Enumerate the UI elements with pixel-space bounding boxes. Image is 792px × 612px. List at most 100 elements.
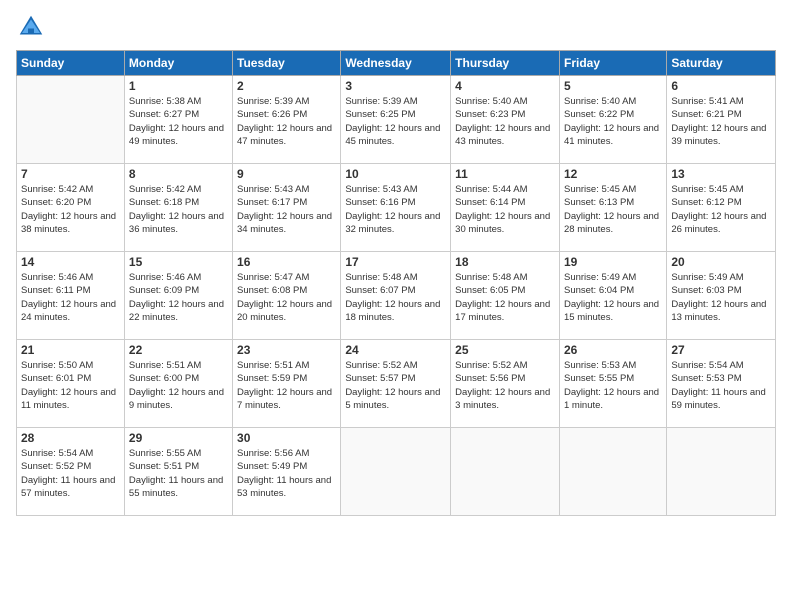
calendar-cell	[17, 76, 125, 164]
cell-info: Sunrise: 5:52 AMSunset: 5:56 PMDaylight:…	[455, 359, 555, 412]
date-number: 29	[129, 431, 228, 445]
date-number: 28	[21, 431, 120, 445]
date-number: 17	[345, 255, 446, 269]
cell-info: Sunrise: 5:51 AMSunset: 6:00 PMDaylight:…	[129, 359, 228, 412]
date-number: 14	[21, 255, 120, 269]
calendar-cell	[451, 428, 560, 516]
date-number: 10	[345, 167, 446, 181]
week-row-2: 7 Sunrise: 5:42 AMSunset: 6:20 PMDaylight…	[17, 164, 776, 252]
cell-info: Sunrise: 5:43 AMSunset: 6:16 PMDaylight:…	[345, 183, 446, 236]
cell-info: Sunrise: 5:44 AMSunset: 6:14 PMDaylight:…	[455, 183, 555, 236]
cell-info: Sunrise: 5:38 AMSunset: 6:27 PMDaylight:…	[129, 95, 228, 148]
calendar-cell: 18 Sunrise: 5:48 AMSunset: 6:05 PMDayligh…	[451, 252, 560, 340]
weekday-header-saturday: Saturday	[667, 51, 776, 76]
date-number: 27	[671, 343, 771, 357]
calendar-cell: 7 Sunrise: 5:42 AMSunset: 6:20 PMDaylight…	[17, 164, 125, 252]
cell-info: Sunrise: 5:39 AMSunset: 6:25 PMDaylight:…	[345, 95, 446, 148]
date-number: 21	[21, 343, 120, 357]
calendar-cell: 19 Sunrise: 5:49 AMSunset: 6:04 PMDayligh…	[559, 252, 666, 340]
calendar-cell: 2Sunrise: 5:39 AMSunset: 6:26 PMDaylight…	[233, 76, 341, 164]
calendar-cell: 1 Sunrise: 5:38 AMSunset: 6:27 PMDaylight…	[124, 76, 232, 164]
calendar-cell: 4 Sunrise: 5:40 AMSunset: 6:23 PMDaylight…	[451, 76, 560, 164]
calendar-cell: 13Sunrise: 5:45 AMSunset: 6:12 PMDayligh…	[667, 164, 776, 252]
date-number: 23	[237, 343, 336, 357]
date-number: 5	[564, 79, 662, 93]
calendar-cell: 23 Sunrise: 5:51 AMSunset: 5:59 PMDayligh…	[233, 340, 341, 428]
weekday-header-sunday: Sunday	[17, 51, 125, 76]
cell-info: Sunrise: 5:56 AMSunset: 5:49 PMDaylight:…	[237, 447, 336, 500]
weekday-header-tuesday: Tuesday	[233, 51, 341, 76]
calendar-cell: 25 Sunrise: 5:52 AMSunset: 5:56 PMDayligh…	[451, 340, 560, 428]
calendar-cell: 3 Sunrise: 5:39 AMSunset: 6:25 PMDaylight…	[341, 76, 451, 164]
cell-info: Sunrise: 5:51 AMSunset: 5:59 PMDaylight:…	[237, 359, 336, 412]
cell-info: Sunrise: 5:54 AMSunset: 5:53 PMDaylight:…	[671, 359, 771, 412]
logo	[16, 12, 50, 42]
date-number: 30	[237, 431, 336, 445]
cell-info: Sunrise: 5:46 AMSunset: 6:11 PMDaylight:…	[21, 271, 120, 324]
cell-info: Sunrise: 5:41 AMSunset: 6:21 PMDaylight:…	[671, 95, 771, 148]
date-number: 25	[455, 343, 555, 357]
week-row-3: 14 Sunrise: 5:46 AMSunset: 6:11 PMDayligh…	[17, 252, 776, 340]
date-number: 4	[455, 79, 555, 93]
calendar-cell: 8Sunrise: 5:42 AMSunset: 6:18 PMDaylight…	[124, 164, 232, 252]
weekday-header-friday: Friday	[559, 51, 666, 76]
cell-info: Sunrise: 5:48 AMSunset: 6:05 PMDaylight:…	[455, 271, 555, 324]
calendar-cell	[667, 428, 776, 516]
date-number: 24	[345, 343, 446, 357]
calendar-cell: 29 Sunrise: 5:55 AMSunset: 5:51 PMDayligh…	[124, 428, 232, 516]
calendar-cell: 26 Sunrise: 5:53 AMSunset: 5:55 PMDayligh…	[559, 340, 666, 428]
logo-icon	[16, 12, 46, 42]
weekday-header-wednesday: Wednesday	[341, 51, 451, 76]
calendar-cell: 22 Sunrise: 5:51 AMSunset: 6:00 PMDayligh…	[124, 340, 232, 428]
date-number: 13	[671, 167, 771, 181]
cell-info: Sunrise: 5:53 AMSunset: 5:55 PMDaylight:…	[564, 359, 662, 412]
cell-info: Sunrise: 5:46 AMSunset: 6:09 PMDaylight:…	[129, 271, 228, 324]
date-number: 18	[455, 255, 555, 269]
week-row-4: 21Sunrise: 5:50 AMSunset: 6:01 PMDayligh…	[17, 340, 776, 428]
cell-info: Sunrise: 5:39 AMSunset: 6:26 PMDaylight:…	[237, 95, 336, 148]
cell-info: Sunrise: 5:43 AMSunset: 6:17 PMDaylight:…	[237, 183, 336, 236]
calendar-cell: 17 Sunrise: 5:48 AMSunset: 6:07 PMDayligh…	[341, 252, 451, 340]
date-number: 8	[129, 167, 228, 181]
week-row-1: 1 Sunrise: 5:38 AMSunset: 6:27 PMDaylight…	[17, 76, 776, 164]
calendar-cell: 30 Sunrise: 5:56 AMSunset: 5:49 PMDayligh…	[233, 428, 341, 516]
calendar-cell: 16Sunrise: 5:47 AMSunset: 6:08 PMDayligh…	[233, 252, 341, 340]
date-number: 1	[129, 79, 228, 93]
calendar-cell: 27 Sunrise: 5:54 AMSunset: 5:53 PMDayligh…	[667, 340, 776, 428]
weekday-header-row: SundayMondayTuesdayWednesdayThursdayFrid…	[17, 51, 776, 76]
week-row-5: 28 Sunrise: 5:54 AMSunset: 5:52 PMDayligh…	[17, 428, 776, 516]
calendar-cell: 12Sunrise: 5:45 AMSunset: 6:13 PMDayligh…	[559, 164, 666, 252]
date-number: 19	[564, 255, 662, 269]
calendar-cell: 24 Sunrise: 5:52 AMSunset: 5:57 PMDayligh…	[341, 340, 451, 428]
cell-info: Sunrise: 5:48 AMSunset: 6:07 PMDaylight:…	[345, 271, 446, 324]
date-number: 20	[671, 255, 771, 269]
date-number: 6	[671, 79, 771, 93]
date-number: 9	[237, 167, 336, 181]
calendar-cell: 9 Sunrise: 5:43 AMSunset: 6:17 PMDaylight…	[233, 164, 341, 252]
calendar-cell: 11 Sunrise: 5:44 AMSunset: 6:14 PMDayligh…	[451, 164, 560, 252]
calendar-cell: 21Sunrise: 5:50 AMSunset: 6:01 PMDayligh…	[17, 340, 125, 428]
cell-info: Sunrise: 5:47 AMSunset: 6:08 PMDaylight:…	[237, 271, 336, 324]
calendar-cell: 14 Sunrise: 5:46 AMSunset: 6:11 PMDayligh…	[17, 252, 125, 340]
cell-info: Sunrise: 5:52 AMSunset: 5:57 PMDaylight:…	[345, 359, 446, 412]
calendar-cell: 10 Sunrise: 5:43 AMSunset: 6:16 PMDayligh…	[341, 164, 451, 252]
calendar-cell: 28 Sunrise: 5:54 AMSunset: 5:52 PMDayligh…	[17, 428, 125, 516]
cell-info: Sunrise: 5:40 AMSunset: 6:23 PMDaylight:…	[455, 95, 555, 148]
calendar-cell: 20 Sunrise: 5:49 AMSunset: 6:03 PMDayligh…	[667, 252, 776, 340]
cell-info: Sunrise: 5:49 AMSunset: 6:04 PMDaylight:…	[564, 271, 662, 324]
calendar-cell: 5Sunrise: 5:40 AMSunset: 6:22 PMDaylight…	[559, 76, 666, 164]
cell-info: Sunrise: 5:45 AMSunset: 6:13 PMDaylight:…	[564, 183, 662, 236]
date-number: 15	[129, 255, 228, 269]
date-number: 11	[455, 167, 555, 181]
date-number: 22	[129, 343, 228, 357]
calendar-table: SundayMondayTuesdayWednesdayThursdayFrid…	[16, 50, 776, 516]
cell-info: Sunrise: 5:55 AMSunset: 5:51 PMDaylight:…	[129, 447, 228, 500]
header	[16, 12, 776, 42]
date-number: 3	[345, 79, 446, 93]
cell-info: Sunrise: 5:54 AMSunset: 5:52 PMDaylight:…	[21, 447, 120, 500]
cell-info: Sunrise: 5:42 AMSunset: 6:20 PMDaylight:…	[21, 183, 120, 236]
date-number: 26	[564, 343, 662, 357]
date-number: 7	[21, 167, 120, 181]
cell-info: Sunrise: 5:49 AMSunset: 6:03 PMDaylight:…	[671, 271, 771, 324]
calendar-cell	[559, 428, 666, 516]
